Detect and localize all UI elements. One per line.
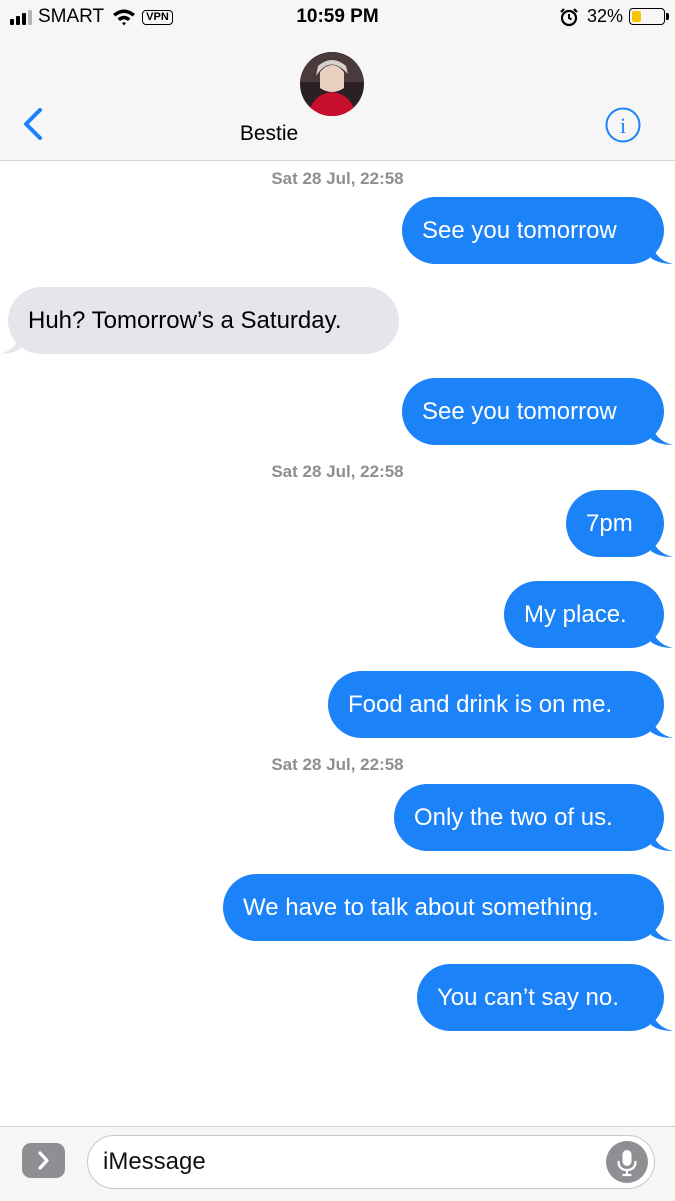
outgoing-message[interactable]: See you tomorrow bbox=[402, 378, 673, 445]
info-icon: i bbox=[605, 107, 641, 143]
svg-text:i: i bbox=[620, 113, 626, 138]
message-text: Food and drink is on me. bbox=[348, 691, 613, 718]
message-placeholder: iMessage bbox=[103, 1148, 206, 1175]
timestamp: Sat 28 Jul, 22:58 bbox=[271, 169, 404, 188]
outgoing-message[interactable]: You can’t say no. bbox=[417, 964, 673, 1031]
apps-button[interactable] bbox=[22, 1143, 65, 1178]
outgoing-message[interactable]: 7pm bbox=[566, 490, 673, 557]
outgoing-message[interactable]: We have to talk about something. bbox=[223, 874, 673, 941]
battery-percent: 32% bbox=[586, 6, 623, 26]
message-text: Only the two of us. bbox=[414, 804, 613, 831]
message-text: My place. bbox=[524, 601, 627, 628]
incoming-message[interactable]: Huh? Tomorrow’s a Saturday. bbox=[0, 287, 399, 354]
contact-avatar[interactable] bbox=[300, 52, 364, 116]
timestamp: Sat 28 Jul, 22:58 bbox=[271, 755, 404, 774]
outgoing-message[interactable]: Only the two of us. bbox=[394, 784, 673, 851]
microphone-icon bbox=[617, 1150, 637, 1177]
dictation-button[interactable] bbox=[606, 1141, 648, 1183]
timestamp: Sat 28 Jul, 22:58 bbox=[271, 462, 404, 481]
status-right: 32% bbox=[559, 6, 669, 27]
info-button[interactable]: i bbox=[604, 106, 642, 144]
outgoing-message[interactable]: My place. bbox=[504, 581, 673, 648]
message-text: We have to talk about something. bbox=[243, 894, 599, 921]
message-text: 7pm bbox=[586, 510, 633, 537]
chevron-right-icon bbox=[38, 1151, 49, 1170]
navigation-header: SMART VPN 10:59 PM 32% Bestie i bbox=[0, 0, 675, 161]
battery-icon bbox=[629, 8, 669, 25]
message-text: See you tomorrow bbox=[422, 217, 617, 244]
message-text: See you tomorrow bbox=[422, 398, 617, 425]
outgoing-message[interactable]: See you tomorrow bbox=[402, 197, 673, 264]
alarm-icon bbox=[560, 7, 578, 26]
message-text: You can’t say no. bbox=[437, 984, 619, 1011]
contact-name[interactable]: Bestie bbox=[0, 122, 538, 146]
status-bar: SMART VPN 10:59 PM 32% bbox=[0, 0, 675, 36]
message-text: Huh? Tomorrow’s a Saturday. bbox=[28, 307, 342, 334]
outgoing-message[interactable]: Food and drink is on me. bbox=[328, 671, 673, 738]
battery-level bbox=[632, 11, 641, 22]
